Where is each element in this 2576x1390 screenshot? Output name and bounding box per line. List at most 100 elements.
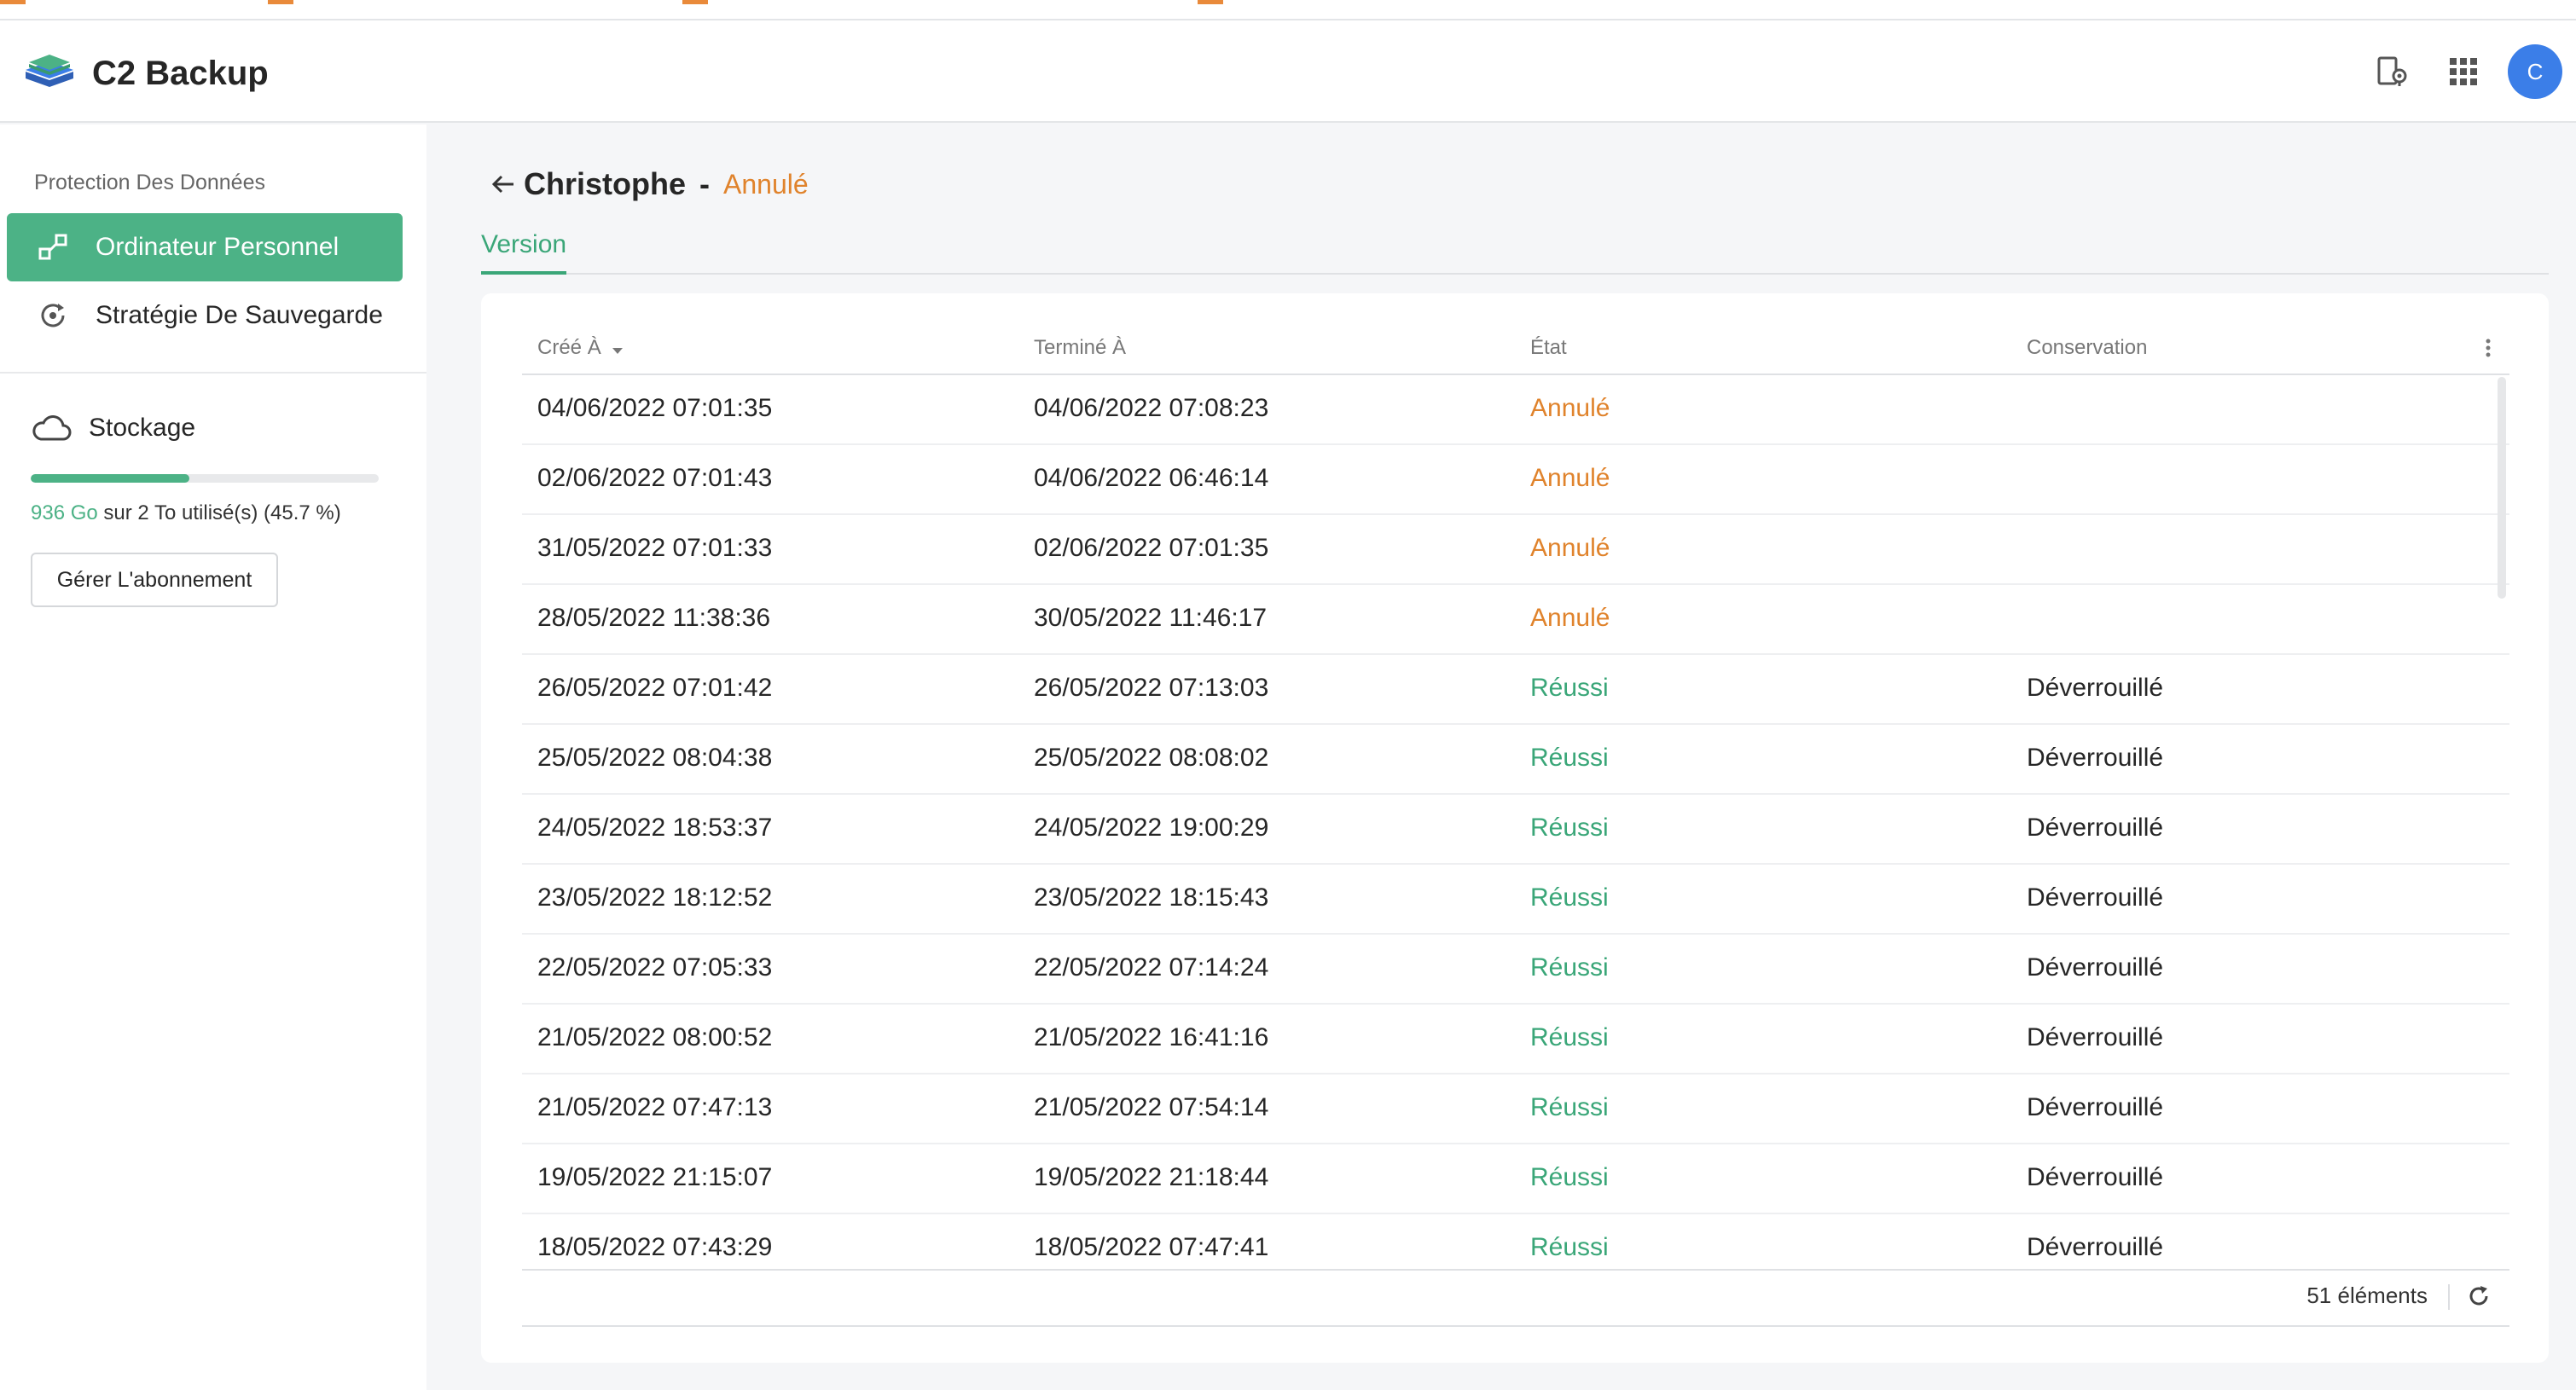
state-cell: Réussi [1530,1093,1609,1121]
storage-label: Stockage [89,414,196,442]
created-cell: 19/05/2022 21:15:07 [537,1163,773,1191]
created-cell: 23/05/2022 18:12:52 [537,883,773,912]
versions-table: Créé À Terminé À État Conservation 04/06… [522,322,2509,1262]
sort-down-icon [612,337,624,361]
tab-version[interactable]: Version [481,227,567,275]
retention-cell: Déverrouillé [2027,1163,2164,1191]
storage-usage-rest: sur 2 To utilisé(s) (45.7 %) [97,501,341,524]
sidebar-item-ordinateur-personnel[interactable]: Ordinateur Personnel [7,213,403,281]
refresh-icon[interactable] [2462,1279,2496,1313]
table-row[interactable]: 25/05/2022 08:04:38 25/05/2022 08:08:02 Ré… [522,725,2509,795]
created-cell: 02/06/2022 07:01:43 [537,464,773,492]
column-header-created[interactable]: Créé À [537,336,624,361]
column-header-state[interactable]: État [1530,336,1567,360]
table-row[interactable]: 02/06/2022 07:01:43 04/06/2022 06:46:14 An… [522,445,2509,515]
created-cell: 04/06/2022 07:01:35 [537,394,773,422]
finished-cell: 19/05/2022 21:18:44 [1034,1163,1269,1191]
table-header: Créé À Terminé À État Conservation [522,322,2509,375]
app-header: C2 Backup C [0,20,2576,123]
created-cell: 18/05/2022 07:43:29 [537,1233,773,1261]
state-cell: Réussi [1530,883,1609,912]
state-cell: Réussi [1530,1233,1609,1261]
finished-cell: 24/05/2022 19:00:29 [1034,814,1269,842]
footer-divider [2448,1284,2450,1310]
finished-cell: 21/05/2022 16:41:16 [1034,1023,1269,1051]
user-avatar[interactable]: C [2508,44,2562,99]
item-count: 51 éléments [2306,1283,2428,1308]
sidebar-item-strategie-sauvegarde[interactable]: Stratégie De Sauvegarde [7,281,403,350]
storage-heading: Stockage [31,406,195,450]
finished-cell: 26/05/2022 07:13:03 [1034,674,1269,702]
table-row[interactable]: 24/05/2022 18:53:37 24/05/2022 19:00:29 Ré… [522,795,2509,865]
finished-cell: 23/05/2022 18:15:43 [1034,883,1269,912]
table-row[interactable]: 23/05/2022 18:12:52 23/05/2022 18:15:43 Ré… [522,865,2509,935]
table-body: 04/06/2022 07:01:35 04/06/2022 07:08:23 An… [522,375,2509,1262]
sidebar: Protection Des Données Ordinateur Person… [0,125,426,1390]
column-header-retention[interactable]: Conservation [2027,336,2147,360]
table-row[interactable]: 26/05/2022 07:01:42 26/05/2022 07:13:03 Ré… [522,655,2509,725]
created-cell: 21/05/2022 07:47:13 [537,1093,773,1121]
sidebar-section-title: Protection Des Données [34,171,265,194]
table-row[interactable]: 19/05/2022 21:15:07 19/05/2022 21:18:44 Ré… [522,1144,2509,1214]
status-badge: Annulé [723,168,809,200]
retention-cell: Déverrouillé [2027,1023,2164,1051]
storage-usage-text: 936 Go sur 2 To utilisé(s) (45.7 %) [31,501,341,525]
retention-cell: Déverrouillé [2027,1233,2164,1261]
state-cell: Réussi [1530,1163,1609,1191]
more-options-icon[interactable] [2475,331,2501,365]
state-cell: Réussi [1530,674,1609,702]
table-row[interactable]: 18/05/2022 07:43:29 18/05/2022 07:47:41 Ré… [522,1214,2509,1262]
page-title: Christophe [524,166,687,201]
created-cell: 25/05/2022 08:04:38 [537,744,773,772]
versions-card: Créé À Terminé À État Conservation 04/06… [481,293,2549,1363]
device-location-icon[interactable] [2370,49,2414,94]
state-cell: Réussi [1530,814,1609,842]
breadcrumb: Christophe - Annulé [486,159,809,210]
retention-cell: Déverrouillé [2027,883,2164,912]
table-row[interactable]: 21/05/2022 07:47:13 21/05/2022 07:54:14 Ré… [522,1074,2509,1144]
created-cell: 21/05/2022 08:00:52 [537,1023,773,1051]
state-cell: Réussi [1530,1023,1609,1051]
table-scrollbar[interactable] [2498,377,2506,599]
sidebar-item-label: Stratégie De Sauvegarde [96,301,383,329]
retention-cell: Déverrouillé [2027,953,2164,982]
tab-marker [682,0,708,4]
retention-cell: Déverrouillé [2027,674,2164,702]
computer-link-icon [36,230,70,264]
finished-cell: 30/05/2022 11:46:17 [1034,604,1268,632]
column-header-finished[interactable]: Terminé À [1034,336,1126,360]
finished-cell: 04/06/2022 07:08:23 [1034,394,1269,422]
cloud-icon [31,411,73,445]
table-row[interactable]: 28/05/2022 11:38:36 30/05/2022 11:46:17 An… [522,585,2509,655]
main-content: Christophe - Annulé Version Créé À Termi… [426,125,2576,1390]
browser-tab-strip [0,0,2576,20]
finished-cell: 18/05/2022 07:47:41 [1034,1233,1269,1261]
table-row[interactable]: 31/05/2022 07:01:33 02/06/2022 07:01:35 An… [522,515,2509,585]
finished-cell: 22/05/2022 07:14:24 [1034,953,1269,982]
tab-marker [1198,0,1223,4]
finished-cell: 21/05/2022 07:54:14 [1034,1093,1269,1121]
state-cell: Annulé [1530,394,1610,422]
manage-subscription-button[interactable]: Gérer L'abonnement [31,553,278,607]
retention-cell: Déverrouillé [2027,814,2164,842]
tab-marker [268,0,293,4]
created-cell: 31/05/2022 07:01:33 [537,534,773,562]
retention-cell: Déverrouillé [2027,744,2164,772]
retention-cell: Déverrouillé [2027,1093,2164,1121]
storage-progress-bar [31,474,379,483]
table-footer: 51 éléments [522,1269,2509,1322]
footer-bottom-line [522,1325,2509,1327]
state-cell: Réussi [1530,744,1609,772]
state-cell: Annulé [1530,534,1610,562]
finished-cell: 25/05/2022 08:08:02 [1034,744,1269,772]
apps-grid-icon[interactable] [2441,49,2486,94]
tab-bar: Version [481,227,2549,275]
table-row[interactable]: 21/05/2022 08:00:52 21/05/2022 16:41:16 Ré… [522,1005,2509,1074]
table-row[interactable]: 22/05/2022 07:05:33 22/05/2022 07:14:24 Ré… [522,935,2509,1005]
table-row[interactable]: 04/06/2022 07:01:35 04/06/2022 07:08:23 An… [522,375,2509,445]
created-cell: 28/05/2022 11:38:36 [537,604,771,632]
app-logo-icon [22,46,77,101]
sidebar-divider [0,372,426,374]
app-title: C2 Backup [92,55,269,92]
back-arrow-icon[interactable] [486,167,520,201]
